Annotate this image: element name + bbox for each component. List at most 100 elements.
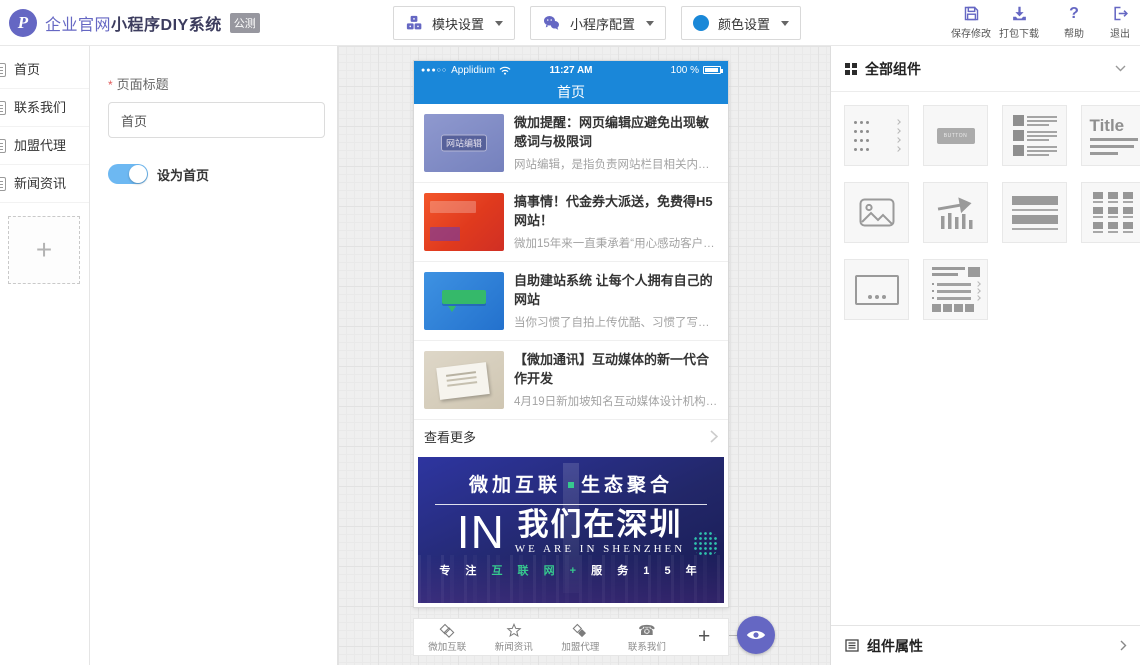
sidebar-item-home[interactable]: 首页 xyxy=(0,51,89,89)
banner-headline-left: 微加互联 xyxy=(469,475,561,496)
download-icon xyxy=(1011,5,1028,22)
view-more-label: 查看更多 xyxy=(424,427,476,446)
help-button[interactable]: ? 帮助 xyxy=(1059,5,1089,40)
component-image[interactable] xyxy=(844,182,909,243)
module-settings-button[interactable]: 模块设置 xyxy=(393,6,515,40)
component-list-rows[interactable] xyxy=(844,105,909,166)
tab-label: 新闻资讯 xyxy=(495,639,533,653)
view-more-button[interactable]: 查看更多 xyxy=(414,420,728,453)
package-download-button[interactable]: 打包下载 xyxy=(995,5,1043,40)
page-title-label-text: 页面标题 xyxy=(117,77,169,92)
component-image-text-list[interactable] xyxy=(1002,105,1067,166)
app-title: 企业官网小程序DIY系统 xyxy=(45,11,222,35)
page-settings-panel: *页面标题 设为首页 xyxy=(91,46,338,665)
grid-nine-icon xyxy=(1093,192,1134,233)
component-properties-bar[interactable]: 组件属性 xyxy=(831,625,1140,665)
list-rows-icon xyxy=(854,120,900,151)
news-item[interactable]: 网站编辑 微加提醒：网页编辑应避免出现敏感词与极限词 网站编辑，是指负责网站栏目… xyxy=(414,104,728,183)
app-title-rest: 小程序DIY系统 xyxy=(111,17,222,34)
tagline-pre: 专 注 xyxy=(439,565,482,577)
image-icon xyxy=(859,198,895,227)
grid-squares-icon xyxy=(845,63,857,75)
set-home-toggle[interactable] xyxy=(108,164,148,184)
help-question-icon: ? xyxy=(1069,5,1079,22)
caret-down-icon xyxy=(646,21,654,26)
sidebar-item-label: 首页 xyxy=(14,62,40,77)
page-doc-icon xyxy=(0,177,6,191)
tab-agent[interactable]: 加盟代理 xyxy=(547,621,614,653)
banner-tagline: 专 注 互 联 网 + 服 务 1 5 年 xyxy=(418,562,724,578)
chart-arrow-icon xyxy=(937,196,975,230)
package-download-label: 打包下载 xyxy=(999,25,1039,40)
news-title: 【微加通讯】互动媒体的新一代合作开发 xyxy=(514,351,718,389)
banner-main-right: 我们在深圳 WE ARE IN SHENZHEN xyxy=(515,508,685,555)
modules-cubes-icon xyxy=(405,14,423,32)
component-carousel[interactable] xyxy=(844,259,909,320)
news-title: 搞事情！代金券大派送，免费得H5网站！ xyxy=(514,193,718,231)
components-header[interactable]: 全部组件 xyxy=(831,46,1140,92)
tab-weijia[interactable]: 微加互联 xyxy=(414,621,481,653)
tab-news[interactable]: 新闻资讯 xyxy=(481,621,548,653)
color-settings-button[interactable]: 颜色设置 xyxy=(681,6,801,40)
tab-add-button[interactable]: + xyxy=(680,625,728,649)
dotted-circle-decor xyxy=(693,531,719,557)
news-summary: 4月19日新加坡知名互动媒体设计机构Pinh… xyxy=(514,393,718,409)
title-icon-word: Title xyxy=(1090,117,1138,134)
component-button[interactable]: BUTTON xyxy=(923,105,988,166)
color-settings-label: 颜色设置 xyxy=(718,14,770,33)
article-list-icon xyxy=(932,267,980,312)
preview-eye-button[interactable] xyxy=(737,616,775,654)
component-chart[interactable] xyxy=(923,182,988,243)
news-item[interactable]: 搞事情！代金券大派送，免费得H5网站！ 微加15年来一直秉承着“用心感动客户！”… xyxy=(414,183,728,262)
carrier-label: Applidium xyxy=(451,65,495,76)
promo-banner[interactable]: 微加互联生态聚合 IN 我们在深圳 WE ARE IN SHENZHEN 专 注… xyxy=(418,457,724,603)
save-button[interactable]: 保存修改 xyxy=(947,5,995,40)
news-item[interactable]: 【微加通讯】互动媒体的新一代合作开发 4月19日新加坡知名互动媒体设计机构Pin… xyxy=(414,341,728,420)
news-title: 微加提醒：网页编辑应避免出现敏感词与极限词 xyxy=(514,114,718,152)
module-settings-label: 模块设置 xyxy=(432,14,484,33)
text-blocks-icon xyxy=(1012,196,1058,230)
news-text: 搞事情！代金券大派送，免费得H5网站！ 微加15年来一直秉承着“用心感动客户！”… xyxy=(514,193,718,251)
beta-badge: 公测 xyxy=(230,13,260,33)
banner-cn-text: 我们在深圳 xyxy=(518,508,683,542)
chevron-down-icon xyxy=(1115,65,1126,72)
properties-title: 组件属性 xyxy=(867,636,923,656)
caret-down-icon xyxy=(495,21,503,26)
news-thumbnail xyxy=(424,193,504,251)
sidebar-item-agent[interactable]: 加盟代理 xyxy=(0,127,89,165)
news-thumbnail xyxy=(424,272,504,330)
sidebar-item-news[interactable]: 新闻资讯 xyxy=(0,165,89,203)
sidebar-item-contact[interactable]: 联系我们 xyxy=(0,89,89,127)
component-grid-nine[interactable] xyxy=(1081,182,1140,243)
clock-label: 11:27 AM xyxy=(550,65,593,76)
news-item[interactable]: 自助建站系统 让每个人拥有自己的网站 当你习惯了自拍上传优酷、习惯了写点小… xyxy=(414,262,728,341)
exit-button[interactable]: 退出 xyxy=(1105,5,1135,40)
chevron-right-icon xyxy=(1120,640,1127,651)
design-canvas: ●●●○○ Applidium 11:27 AM 100 % 首页 网站编辑 xyxy=(338,46,830,665)
logo-area: P 企业官网小程序DIY系统 公测 xyxy=(9,0,260,45)
tab-contact[interactable]: ☎ 联系我们 xyxy=(614,621,681,653)
caret-down-icon xyxy=(781,21,789,26)
battery-icon xyxy=(703,66,721,74)
double-diamond-icon xyxy=(439,623,455,638)
set-home-row: 设为首页 xyxy=(108,164,209,184)
toggle-knob xyxy=(129,165,147,183)
news-text: 【微加通讯】互动媒体的新一代合作开发 4月19日新加坡知名互动媒体设计机构Pin… xyxy=(514,351,718,409)
phone-statusbar: ●●●○○ Applidium 11:27 AM 100 % xyxy=(414,61,728,79)
add-page-button[interactable]: + xyxy=(8,216,80,284)
component-text-blocks[interactable] xyxy=(1002,182,1067,243)
miniprogram-config-button[interactable]: 小程序配置 xyxy=(530,6,666,40)
title-icon: Title xyxy=(1090,117,1138,155)
thumbnail-caption: 网站编辑 xyxy=(441,135,487,152)
component-article-list[interactable] xyxy=(923,259,988,320)
news-title: 自助建站系统 让每个人拥有自己的网站 xyxy=(514,272,718,310)
component-title[interactable]: Title xyxy=(1081,105,1140,166)
page-title-input[interactable] xyxy=(108,102,325,138)
statusbar-left: ●●●○○ Applidium xyxy=(421,65,550,76)
battery-percent-label: 100 % xyxy=(671,65,699,76)
news-text: 自助建站系统 让每个人拥有自己的网站 当你习惯了自拍上传优酷、习惯了写点小… xyxy=(514,272,718,330)
phone-preview: ●●●○○ Applidium 11:27 AM 100 % 首页 网站编辑 xyxy=(413,60,729,608)
signal-dots-icon: ●●●○○ xyxy=(421,67,447,74)
phone-nav-title: 首页 xyxy=(557,82,585,102)
tags-diamond-icon xyxy=(572,623,588,638)
